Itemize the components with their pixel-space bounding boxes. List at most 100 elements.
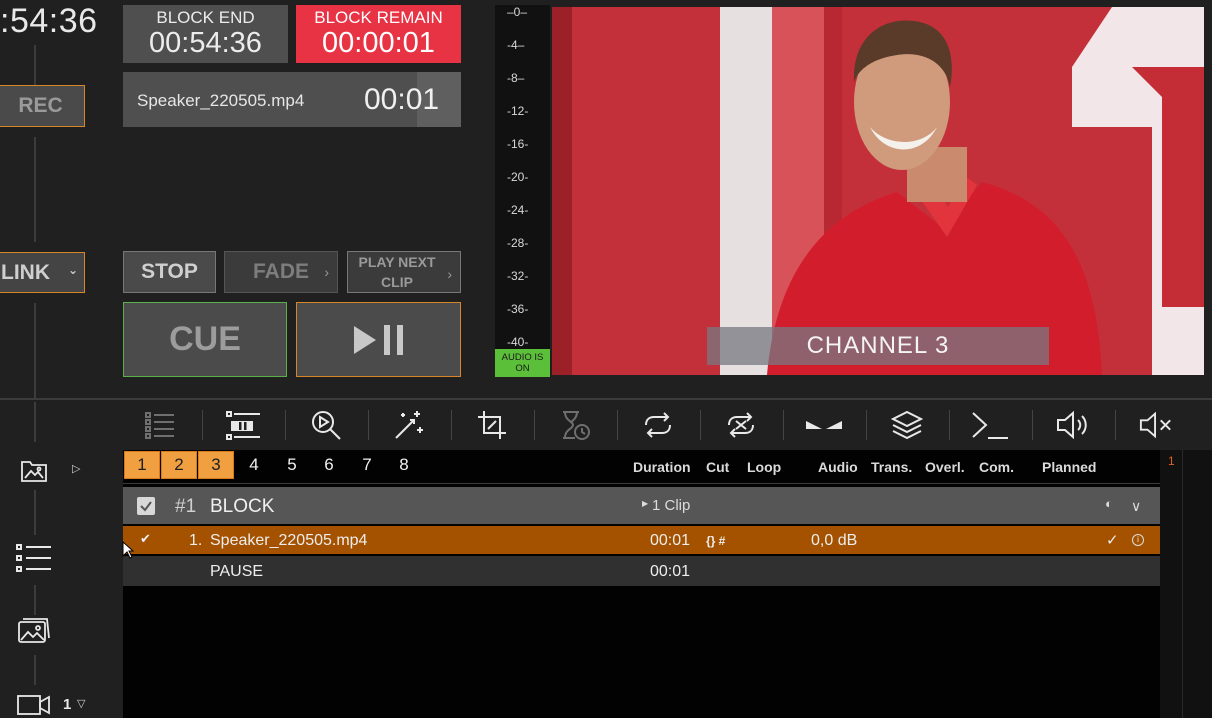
block-number: #1 [175, 496, 197, 517]
mute-icon[interactable] [1139, 408, 1173, 442]
play-next-label: PLAY NEXT CLIP [358, 254, 436, 290]
clip-name: Speaker_220505.mp4 [210, 532, 368, 549]
terminal-icon[interactable] [970, 408, 1010, 442]
mouse-cursor-icon [122, 540, 135, 564]
play-pause-icon [353, 324, 403, 355]
playlist-tab-3[interactable]: 3 [198, 451, 234, 479]
side-row-number: 1 [1168, 454, 1175, 468]
expand-arrow-icon[interactable]: ▷ [72, 462, 80, 475]
camera-number[interactable]: 1 [63, 696, 71, 713]
playlist-tab-8[interactable]: 8 [386, 451, 422, 479]
crop-icon[interactable] [475, 408, 509, 442]
current-clip-time: 00:01 [364, 83, 440, 116]
header-divider [123, 483, 1160, 484]
block-row[interactable]: #1 BLOCK ▶ 1 Clip ◐ ∨ [123, 487, 1160, 524]
clip-duration: 00:01 [650, 532, 691, 549]
channel-label: CHANNEL 3 [707, 327, 1049, 365]
block-end-value: 00:54:36 [149, 27, 262, 59]
playlist-side-panel: 1 [1160, 450, 1212, 718]
chevron-right-icon: › [447, 266, 452, 282]
block-clip-count: 1 Clip [652, 497, 691, 514]
block-remain-timer: BLOCK REMAIN 00:00:01 [296, 5, 461, 63]
pause-name: PAUSE [210, 563, 264, 580]
block-checkbox[interactable] [137, 497, 155, 515]
list-icon[interactable] [143, 408, 177, 442]
clip-row[interactable]: ✔ 1. Speaker_220505.mp4 00:01 {} # 0,0 d… [123, 526, 1160, 554]
video-preview [552, 7, 1204, 375]
playlist-tab-2[interactable]: 2 [161, 451, 197, 479]
meter-tick: -16- [507, 137, 529, 151]
playlist-icon[interactable] [14, 540, 54, 576]
audio-status-badge[interactable]: AUDIO IS ON [495, 349, 550, 377]
clock: :54:36 [0, 2, 98, 40]
playlist-tab-5[interactable]: 5 [274, 451, 310, 479]
clip-cut: {} # [706, 534, 726, 548]
playlist-tab-6[interactable]: 6 [311, 451, 347, 479]
shuffle-icon[interactable] [724, 408, 758, 442]
link-dropdown[interactable]: LINK ⌄ [0, 252, 85, 293]
volume-icon[interactable] [1056, 408, 1090, 442]
hourglass-icon[interactable] [558, 408, 592, 442]
divider [0, 398, 1212, 400]
triangle-down-icon[interactable]: ▽ [77, 697, 85, 710]
chevron-right-icon: › [324, 264, 329, 280]
column-transition[interactable]: Trans. [871, 459, 912, 475]
column-planned[interactable]: Planned [1042, 459, 1096, 475]
cue-button[interactable]: CUE [123, 302, 287, 377]
block-name: BLOCK [210, 496, 275, 517]
column-overlay[interactable]: Overl. [925, 459, 965, 475]
block-end-timer: BLOCK END 00:54:36 [123, 5, 288, 63]
check-icon[interactable]: ✔ [140, 531, 151, 547]
current-clip-panel: Speaker_220505.mp4 00:01 [123, 72, 461, 127]
media-library-icon[interactable] [14, 452, 54, 488]
link-label: LINK [1, 260, 50, 284]
magic-wand-icon[interactable] [392, 408, 426, 442]
meter-tick: -24- [507, 203, 529, 217]
pause-row[interactable]: PAUSE 00:01 [123, 556, 1160, 586]
search-play-icon[interactable] [309, 408, 343, 442]
meter-tick: -12- [507, 104, 529, 118]
stop-button[interactable]: STOP [123, 251, 216, 293]
meter-tick: -4– [507, 38, 525, 52]
fade-button[interactable]: FADE › [224, 251, 338, 293]
collapse-icon[interactable]: ∨ [1131, 498, 1141, 515]
column-audio[interactable]: Audio [818, 459, 858, 475]
pause-list-icon[interactable] [226, 408, 260, 442]
column-loop[interactable]: Loop [747, 459, 781, 475]
column-duration[interactable]: Duration [633, 459, 691, 475]
layers-icon[interactable] [890, 408, 924, 442]
meter-tick: -32- [507, 269, 529, 283]
planned-check-icon: ✓ [1106, 532, 1119, 549]
gallery-icon[interactable] [14, 613, 54, 649]
camera-icon[interactable] [17, 694, 51, 718]
half-circle-icon[interactable]: ◐ [1105, 496, 1113, 511]
chevron-down-icon: ⌄ [67, 263, 78, 277]
current-clip-name: Speaker_220505.mp4 [137, 91, 305, 110]
block-remain-label: BLOCK REMAIN [314, 8, 443, 27]
audio-meter: –0– -4– -8– -12- -16- -20- -24- -28- -32… [495, 5, 550, 377]
meter-tick: –0– [507, 5, 528, 19]
info-icon[interactable]: i [1132, 534, 1144, 546]
playlist-tab-4[interactable]: 4 [236, 451, 272, 479]
triangle-right-icon: ▶ [642, 499, 649, 508]
meter-tick: -40- [507, 335, 529, 349]
block-remain-value: 00:00:01 [322, 27, 435, 59]
playlist-tab-1[interactable]: 1 [124, 451, 160, 479]
block-end-label: BLOCK END [156, 8, 255, 27]
play-next-clip-button[interactable]: PLAY NEXT CLIP › [347, 251, 461, 293]
meter-tick: -20- [507, 170, 529, 184]
meter-tick: -36- [507, 302, 529, 316]
column-cut[interactable]: Cut [706, 459, 729, 475]
fade-label: FADE [252, 260, 309, 283]
playlist-tab-7[interactable]: 7 [349, 451, 385, 479]
transition-icon[interactable] [804, 408, 844, 442]
repeat-icon[interactable] [641, 408, 675, 442]
play-pause-button[interactable] [296, 302, 461, 377]
meter-tick: -8– [507, 71, 525, 85]
preview-image [552, 7, 1204, 375]
meter-tick: -28- [507, 236, 529, 250]
rec-button[interactable]: REC [0, 85, 85, 127]
clip-index: 1. [189, 532, 203, 549]
pause-duration: 00:01 [650, 563, 691, 580]
column-comment[interactable]: Com. [979, 459, 1014, 475]
